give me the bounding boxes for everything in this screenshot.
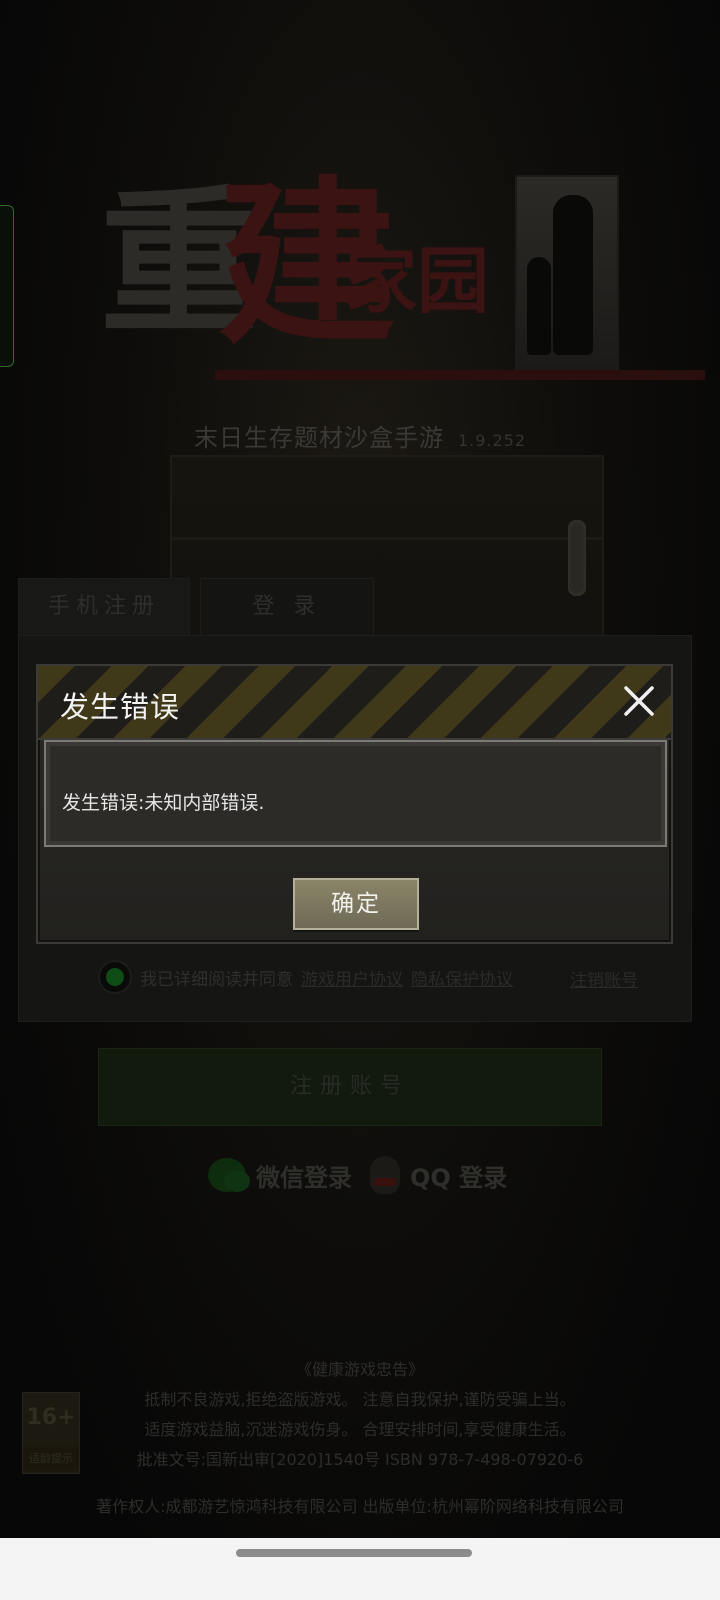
age-rating-number: 16+ — [26, 1405, 76, 1430]
door-stripe — [172, 537, 602, 540]
copyright-credits: 著作权人:成都游艺惊鸿科技有限公司 出版单位:杭州幂阶网络科技有限公司 — [96, 1497, 624, 1516]
tab-login[interactable]: 登 录 — [200, 578, 374, 635]
error-message-box: 发生错误:未知内部错误. — [44, 740, 667, 847]
child-silhouette — [527, 257, 551, 355]
agreement-checkbox[interactable] — [98, 960, 132, 994]
adult-silhouette — [553, 195, 593, 355]
game-logo: 重 建 家园 — [100, 175, 705, 385]
tab-phone-register[interactable]: 手机注册 — [18, 578, 190, 635]
error-message: 发生错误:未知内部错误. — [62, 792, 265, 814]
notice-line: 抵制不良游戏,拒绝盗版游戏。 注意自我保护,谨防受骗上当。 — [144, 1390, 576, 1409]
system-navigation-area — [0, 1538, 720, 1600]
register-account-button[interactable]: 注册账号 — [98, 1048, 602, 1126]
agreement-text: 我已详细阅读并同意 — [140, 969, 293, 990]
health-notice: 《健康游戏忠告》 抵制不良游戏,拒绝盗版游戏。 注意自我保护,谨防受骗上当。 适… — [0, 1355, 720, 1475]
notice-line: 适度游戏益脑,沉迷游戏伤身。 合理安排时间,享受健康生活。 — [144, 1420, 576, 1439]
home-gesture-bar[interactable] — [236, 1549, 472, 1557]
confirm-button[interactable]: 确定 — [293, 878, 419, 930]
side-floating-tab[interactable] — [0, 205, 14, 367]
wechat-login-label: 微信登录 — [256, 1163, 352, 1192]
close-icon — [624, 686, 654, 716]
door-handle — [568, 520, 586, 596]
game-subtitle: 末日生存题材沙盒手游 1.9.252 — [0, 418, 720, 453]
version-label: 1.9.252 — [457, 431, 527, 450]
age-rating-label: 适龄提示 — [23, 1447, 79, 1471]
wechat-login-button[interactable]: 微信登录 — [208, 1150, 352, 1200]
logo-silhouette-image — [515, 175, 619, 374]
close-button[interactable] — [618, 680, 660, 722]
wechat-icon — [208, 1158, 250, 1192]
checkbox-dot — [106, 968, 124, 986]
qq-login-label: QQ 登录 — [410, 1163, 508, 1192]
privacy-policy-link[interactable]: 隐私保护协议 — [411, 965, 513, 990]
dialog-title: 发生错误 — [60, 690, 181, 724]
qq-login-button[interactable]: QQ 登录 — [370, 1150, 507, 1200]
cancel-account-link[interactable]: 注销账号 — [570, 966, 638, 991]
qq-icon — [370, 1156, 400, 1194]
user-agreement-link[interactable]: 游戏用户协议 — [301, 965, 403, 990]
logo-underline — [215, 370, 705, 380]
logo-small-text: 家园 — [345, 238, 490, 323]
agreement-row: 我已详细阅读并同意 游戏用户协议 隐私保护协议 — [98, 960, 513, 994]
error-dialog: 发生错误 发生错误:未知内部错误. 确定 — [36, 664, 673, 944]
notice-title: 《健康游戏忠告》 — [295, 1360, 424, 1379]
subtitle-text: 末日生存题材沙盒手游 — [193, 424, 444, 452]
age-rating-badge: 16+ 适龄提示 — [22, 1392, 80, 1474]
notice-line: 批准文号:国新出审[2020]1540号 ISBN 978-7-498-0792… — [136, 1450, 584, 1469]
